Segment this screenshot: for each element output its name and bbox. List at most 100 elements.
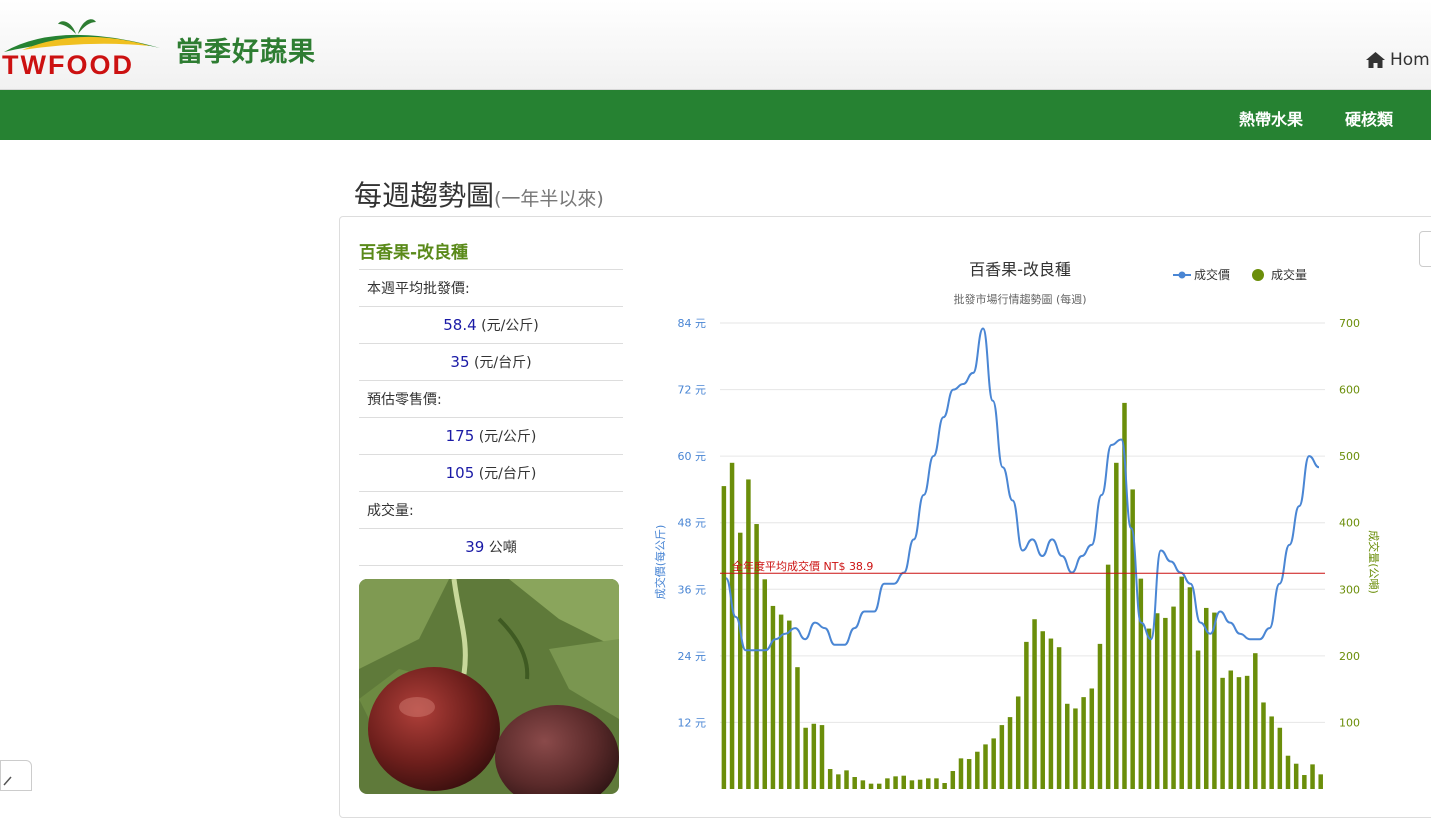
volume-bar[interactable]: [1318, 774, 1323, 789]
volume-bar[interactable]: [1195, 650, 1201, 789]
volume-bar[interactable]: [966, 759, 972, 789]
volume-bar[interactable]: [1179, 576, 1184, 789]
bottom-left-corner-widget[interactable]: [0, 760, 32, 791]
volume-bar[interactable]: [901, 775, 906, 789]
panel-side-button[interactable]: [1419, 231, 1431, 267]
volume-bar[interactable]: [1212, 612, 1217, 789]
wholesale-per-kg: 58.4 (元/公斤): [359, 306, 623, 344]
y-right-tick-label: 300: [1339, 583, 1360, 596]
volume-bar[interactable]: [1171, 606, 1176, 789]
volume-bar[interactable]: [795, 667, 800, 789]
home-link[interactable]: Hom: [1366, 50, 1430, 70]
volume-bar[interactable]: [762, 579, 768, 789]
volume-bar[interactable]: [746, 479, 751, 789]
volume-bar[interactable]: [1253, 653, 1258, 789]
volume-bar[interactable]: [1261, 702, 1266, 789]
volume-bar[interactable]: [958, 758, 964, 789]
volume-bar[interactable]: [950, 771, 956, 789]
volume-bar[interactable]: [803, 727, 808, 789]
volume-bar[interactable]: [811, 723, 817, 789]
volume-bar[interactable]: [1310, 764, 1315, 789]
volume-bar[interactable]: [1073, 708, 1078, 789]
volume-value: 39: [465, 538, 485, 556]
volume-bar[interactable]: [1187, 587, 1193, 789]
volume-bar[interactable]: [1065, 703, 1070, 789]
unit-label: 公噸: [488, 540, 517, 556]
nav-item-tropical-fruit[interactable]: 熱帶水果: [1239, 106, 1303, 130]
volume-bar[interactable]: [885, 778, 890, 789]
volume-bar[interactable]: [942, 783, 947, 789]
volume-bar[interactable]: [1040, 631, 1045, 789]
volume-bar[interactable]: [1081, 697, 1086, 789]
volume-bar[interactable]: [999, 725, 1005, 789]
volume-bar[interactable]: [1293, 763, 1299, 789]
volume-bar[interactable]: [860, 780, 866, 789]
chart-subtitle: 批發市場行情趨勢圖 (每週): [953, 292, 1086, 306]
volume-bar[interactable]: [1285, 755, 1291, 789]
y-left-tick-label: 48 元: [678, 517, 707, 530]
volume-bar[interactable]: [1089, 688, 1095, 789]
volume-bar[interactable]: [983, 744, 988, 789]
volume-bar[interactable]: [827, 769, 833, 789]
volume-bar[interactable]: [1269, 716, 1274, 789]
volume-bar[interactable]: [991, 738, 996, 789]
page-title-text: 每週趨勢圖: [354, 179, 495, 212]
volume-bar[interactable]: [1236, 677, 1242, 789]
volume-bar[interactable]: [770, 605, 776, 789]
annual-average-label: 全年度平均成交價 NT$ 38.9: [732, 559, 873, 573]
table-row: 105 (元/台斤): [359, 454, 623, 492]
y-right-tick-label: 100: [1339, 716, 1360, 729]
volume-bar[interactable]: [1204, 607, 1209, 789]
volume-bar[interactable]: [852, 777, 857, 789]
volume-bar[interactable]: [1114, 462, 1119, 789]
volume-bar[interactable]: [1277, 727, 1283, 789]
volume-label: 成交量:: [359, 491, 623, 529]
volume-bar[interactable]: [934, 778, 939, 789]
volume-bar[interactable]: [1024, 641, 1029, 789]
volume-bar[interactable]: [1032, 619, 1037, 789]
unit-label: (元/台斤): [478, 466, 537, 482]
volume-bar[interactable]: [778, 614, 784, 789]
volume-bar[interactable]: [926, 778, 931, 789]
volume-bar[interactable]: [917, 779, 923, 789]
volume-bar[interactable]: [1146, 628, 1152, 789]
volume-bar[interactable]: [1244, 675, 1250, 789]
volume-bar[interactable]: [1007, 717, 1013, 789]
legend-price-marker: [1178, 271, 1186, 279]
volume-bar[interactable]: [1015, 696, 1021, 789]
twfood-logo[interactable]: TWFOOD: [0, 12, 170, 82]
volume-bar[interactable]: [819, 725, 825, 789]
volume-bar[interactable]: [1220, 677, 1225, 789]
legend-price-label: 成交價: [1194, 267, 1230, 282]
volume: 39 公噸: [359, 528, 623, 566]
volume-bar[interactable]: [836, 774, 841, 789]
y-right-axis-label: 成交量(公噸): [1367, 530, 1381, 594]
wholesale-label: 本週平均批發價:: [359, 269, 623, 307]
volume-bar[interactable]: [1097, 643, 1103, 789]
volume-bar[interactable]: [1154, 613, 1160, 789]
volume-bar[interactable]: [1163, 617, 1168, 789]
volume-bar[interactable]: [909, 780, 915, 789]
nav-item-stone-fruit[interactable]: 硬核類: [1345, 106, 1393, 130]
y-right-tick-label: 700: [1339, 317, 1360, 330]
volume-bar[interactable]: [1048, 638, 1054, 789]
weekly-trend-chart: 百香果-改良種 批發市場行情趨勢圖 (每週) 成交價 成交量 成交價(每公斤) …: [653, 260, 1381, 789]
volume-bar[interactable]: [975, 751, 980, 789]
volume-bar[interactable]: [787, 620, 792, 789]
volume-bars: [721, 402, 1323, 789]
y-left-tick-label: 12 元: [678, 716, 707, 729]
site-name[interactable]: 當季好蔬果: [176, 30, 316, 69]
volume-bar[interactable]: [868, 783, 874, 789]
table-row: 35 (元/台斤): [359, 343, 623, 381]
volume-bar[interactable]: [893, 776, 898, 789]
volume-bar[interactable]: [1302, 775, 1307, 789]
volume-bar[interactable]: [1228, 670, 1234, 789]
volume-bar[interactable]: [1105, 564, 1111, 789]
volume-bar[interactable]: [844, 770, 849, 789]
volume-bar[interactable]: [1056, 647, 1062, 789]
volume-bar[interactable]: [729, 462, 735, 789]
volume-bar[interactable]: [876, 783, 882, 789]
chart-legend[interactable]: 成交價 成交量: [1173, 267, 1307, 282]
main-navbar: 熱帶水果 硬核類: [0, 90, 1431, 140]
volume-bar[interactable]: [721, 486, 727, 789]
